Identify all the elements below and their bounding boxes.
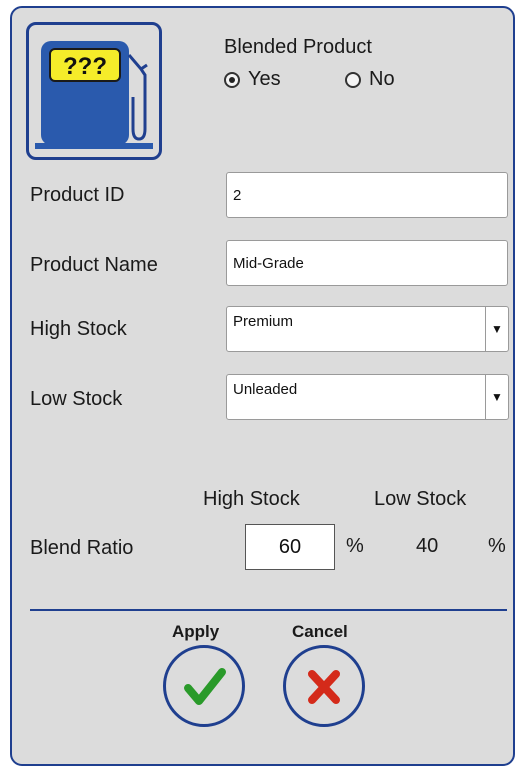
- blended-no-radio[interactable]: No: [345, 68, 395, 91]
- blended-no-label: No: [369, 68, 395, 90]
- high-stock-select[interactable]: Premium ▼: [226, 306, 509, 352]
- fuel-pump-tile: ???: [26, 22, 162, 160]
- apply-button[interactable]: [163, 645, 245, 727]
- blend-high-stock-header: High Stock: [203, 488, 300, 510]
- blend-ratio-high-input[interactable]: [245, 524, 335, 570]
- fuel-pump-icon: ???: [35, 41, 153, 149]
- high-stock-value: Premium: [233, 313, 294, 330]
- blended-product-label: Blended Product: [224, 36, 372, 58]
- dropdown-arrow-icon[interactable]: ▼: [485, 375, 508, 419]
- checkmark-icon: [184, 668, 226, 705]
- apply-label: Apply: [172, 622, 220, 641]
- product-name-input[interactable]: [226, 240, 508, 286]
- low-stock-value: Unleaded: [233, 381, 298, 398]
- high-stock-label: High Stock: [30, 318, 127, 340]
- cancel-button[interactable]: [283, 645, 365, 727]
- pump-sign-text: ???: [63, 53, 107, 80]
- dropdown-arrow-icon[interactable]: ▼: [485, 307, 508, 351]
- cancel-label: Cancel: [292, 622, 348, 641]
- blend-low-stock-header: Low Stock: [374, 488, 467, 510]
- blended-yes-radio[interactable]: Yes: [224, 68, 281, 91]
- radio-unchecked-icon[interactable]: [345, 71, 361, 88]
- blend-ratio-label: Blend Ratio: [30, 537, 134, 559]
- product-name-label: Product Name: [30, 254, 158, 276]
- product-id-input[interactable]: [226, 172, 508, 218]
- low-stock-label: Low Stock: [30, 388, 123, 410]
- blended-yes-label: Yes: [248, 68, 281, 90]
- blend-high-unit: %: [346, 535, 364, 557]
- low-stock-select[interactable]: Unleaded ▼: [226, 374, 509, 420]
- blend-low-unit: %: [488, 535, 506, 557]
- radio-checked-icon[interactable]: [224, 71, 240, 88]
- divider: [30, 609, 507, 611]
- blend-low-value: 40: [416, 535, 439, 557]
- product-id-label: Product ID: [30, 184, 125, 206]
- close-icon: [308, 670, 340, 704]
